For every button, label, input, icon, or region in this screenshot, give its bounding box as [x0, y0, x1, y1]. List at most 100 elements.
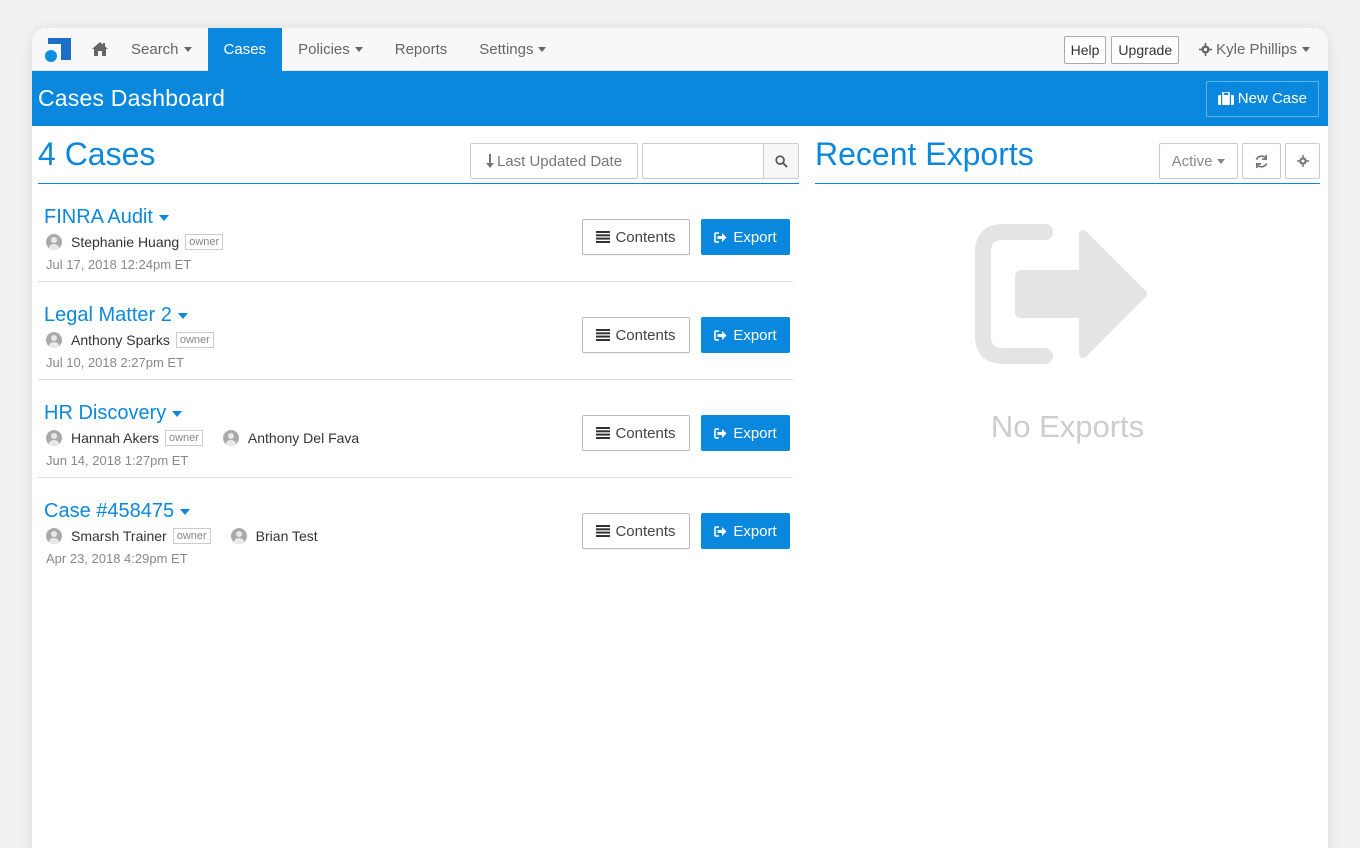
- upgrade-button[interactable]: Upgrade: [1111, 35, 1180, 64]
- case-row: FINRA Audit Stephanie Huang owner Jul 17…: [38, 184, 793, 282]
- avatar-icon: [46, 234, 62, 250]
- case-member: Brian Test: [230, 528, 318, 544]
- chevron-down-icon: [1217, 158, 1226, 164]
- case-date: Jun 14, 2018 1:27pm ET: [46, 453, 189, 468]
- gear-icon: [1199, 43, 1213, 56]
- case-date: Jul 17, 2018 12:24pm ET: [46, 257, 192, 272]
- page-title: Cases Dashboard: [38, 85, 226, 111]
- export-icon: [714, 231, 727, 243]
- search-icon: [774, 154, 788, 168]
- chevron-down-icon: [172, 410, 183, 417]
- list-icon: [596, 231, 611, 243]
- cases-panel: 4 Cases Last Updated Date FINRA Audit St…: [38, 126, 799, 576]
- chevron-down-icon: [1302, 47, 1310, 52]
- chevron-down-icon: [354, 46, 363, 52]
- avatar-icon: [46, 528, 62, 544]
- refresh-icon: [1255, 154, 1268, 168]
- contents-button[interactable]: Contents: [582, 317, 690, 353]
- case-name-link[interactable]: FINRA Audit: [44, 206, 169, 229]
- arrow-down-icon: [485, 154, 494, 168]
- contents-button[interactable]: Contents: [582, 219, 690, 255]
- member-name: Hannah Akers: [71, 430, 159, 446]
- top-nav: Search Cases Policies Reports Settings H…: [32, 28, 1328, 71]
- chevron-down-icon: [183, 46, 192, 52]
- member-name: Anthony Del Fava: [247, 430, 360, 446]
- case-members: Stephanie Huang owner: [46, 234, 243, 250]
- page-header: Cases Dashboard New Case: [32, 71, 1328, 126]
- app-window: Search Cases Policies Reports Settings H…: [32, 28, 1328, 848]
- export-button[interactable]: Export: [701, 415, 790, 451]
- cases-count-title: 4 Cases: [38, 136, 156, 172]
- app-logo[interactable]: [45, 36, 71, 62]
- case-member: Anthony Del Fava: [222, 430, 360, 446]
- chevron-down-icon: [180, 508, 191, 515]
- case-members: Smarsh Trainer owner Brian Test: [46, 528, 338, 544]
- status-filter-dropdown[interactable]: Active: [1159, 143, 1238, 179]
- member-name: Smarsh Trainer: [71, 528, 167, 544]
- chevron-down-icon: [177, 312, 188, 319]
- nav-cases[interactable]: Cases: [207, 28, 283, 71]
- export-icon: [714, 525, 727, 537]
- list-icon: [596, 427, 611, 439]
- user-menu[interactable]: Kyle Phillips: [1199, 41, 1310, 58]
- case-row: Case #458475 Smarsh Trainer owner Brian …: [38, 478, 793, 576]
- case-members: Hannah Akers owner Anthony Del Fava: [46, 430, 379, 446]
- search-input[interactable]: [643, 144, 763, 178]
- case-member: Smarsh Trainer owner: [46, 528, 211, 544]
- nav-settings[interactable]: Settings: [463, 28, 562, 71]
- case-row: HR Discovery Hannah Akers owner Anthony …: [38, 380, 793, 478]
- gear-icon: [1296, 155, 1309, 167]
- case-list: FINRA Audit Stephanie Huang owner Jul 17…: [38, 184, 799, 576]
- new-case-button[interactable]: New Case: [1205, 80, 1319, 117]
- owner-badge: owner: [164, 430, 203, 446]
- case-members: Anthony Sparks owner: [46, 332, 234, 348]
- help-button[interactable]: Help: [1063, 35, 1107, 64]
- exports-panel: Recent Exports Active No Exports: [815, 126, 1320, 444]
- export-icon: [714, 427, 727, 439]
- home-icon[interactable]: [91, 40, 109, 58]
- export-button[interactable]: Export: [701, 317, 790, 353]
- nav-policies[interactable]: Policies: [282, 28, 379, 71]
- settings-button[interactable]: [1285, 143, 1320, 179]
- avatar-icon: [222, 430, 239, 446]
- case-row: Legal Matter 2 Anthony Sparks owner Jul …: [38, 282, 793, 380]
- export-icon: [714, 329, 727, 341]
- member-name: Stephanie Huang: [71, 234, 180, 250]
- exports-panel-header: Recent Exports Active: [815, 126, 1320, 184]
- case-name-link[interactable]: Case #458475: [44, 500, 191, 523]
- search-button[interactable]: [763, 144, 798, 178]
- case-member: Stephanie Huang owner: [46, 234, 224, 250]
- case-name-link[interactable]: Legal Matter 2: [44, 304, 188, 327]
- exports-title: Recent Exports: [815, 136, 1034, 172]
- briefcase-icon: [1217, 92, 1234, 105]
- list-icon: [596, 525, 611, 537]
- case-search: [642, 143, 799, 179]
- export-button[interactable]: Export: [701, 513, 790, 549]
- case-date: Apr 23, 2018 4:29pm ET: [46, 551, 188, 566]
- case-member: Hannah Akers owner: [46, 430, 203, 446]
- export-button[interactable]: Export: [701, 219, 790, 255]
- nav-reports[interactable]: Reports: [379, 28, 464, 71]
- owner-badge: owner: [185, 234, 224, 250]
- chevron-down-icon: [158, 214, 169, 221]
- contents-button[interactable]: Contents: [582, 415, 690, 451]
- avatar-icon: [46, 332, 62, 348]
- user-name: Kyle Phillips: [1216, 41, 1297, 58]
- sort-button[interactable]: Last Updated Date: [470, 143, 638, 179]
- export-empty-icon: [975, 224, 1147, 369]
- member-name: Anthony Sparks: [71, 332, 170, 348]
- chevron-down-icon: [538, 46, 547, 52]
- member-name: Brian Test: [255, 528, 318, 544]
- list-icon: [596, 329, 611, 341]
- case-member: Anthony Sparks owner: [46, 332, 214, 348]
- case-date: Jul 10, 2018 2:27pm ET: [46, 355, 185, 370]
- empty-state-text: No Exports: [990, 409, 1145, 444]
- avatar-icon: [46, 430, 62, 446]
- owner-badge: owner: [172, 528, 211, 544]
- owner-badge: owner: [175, 332, 214, 348]
- nav-search[interactable]: Search: [115, 28, 208, 71]
- refresh-button[interactable]: [1242, 143, 1281, 179]
- case-name-link[interactable]: HR Discovery: [44, 402, 183, 425]
- cases-panel-header: 4 Cases Last Updated Date: [38, 126, 799, 184]
- contents-button[interactable]: Contents: [582, 513, 690, 549]
